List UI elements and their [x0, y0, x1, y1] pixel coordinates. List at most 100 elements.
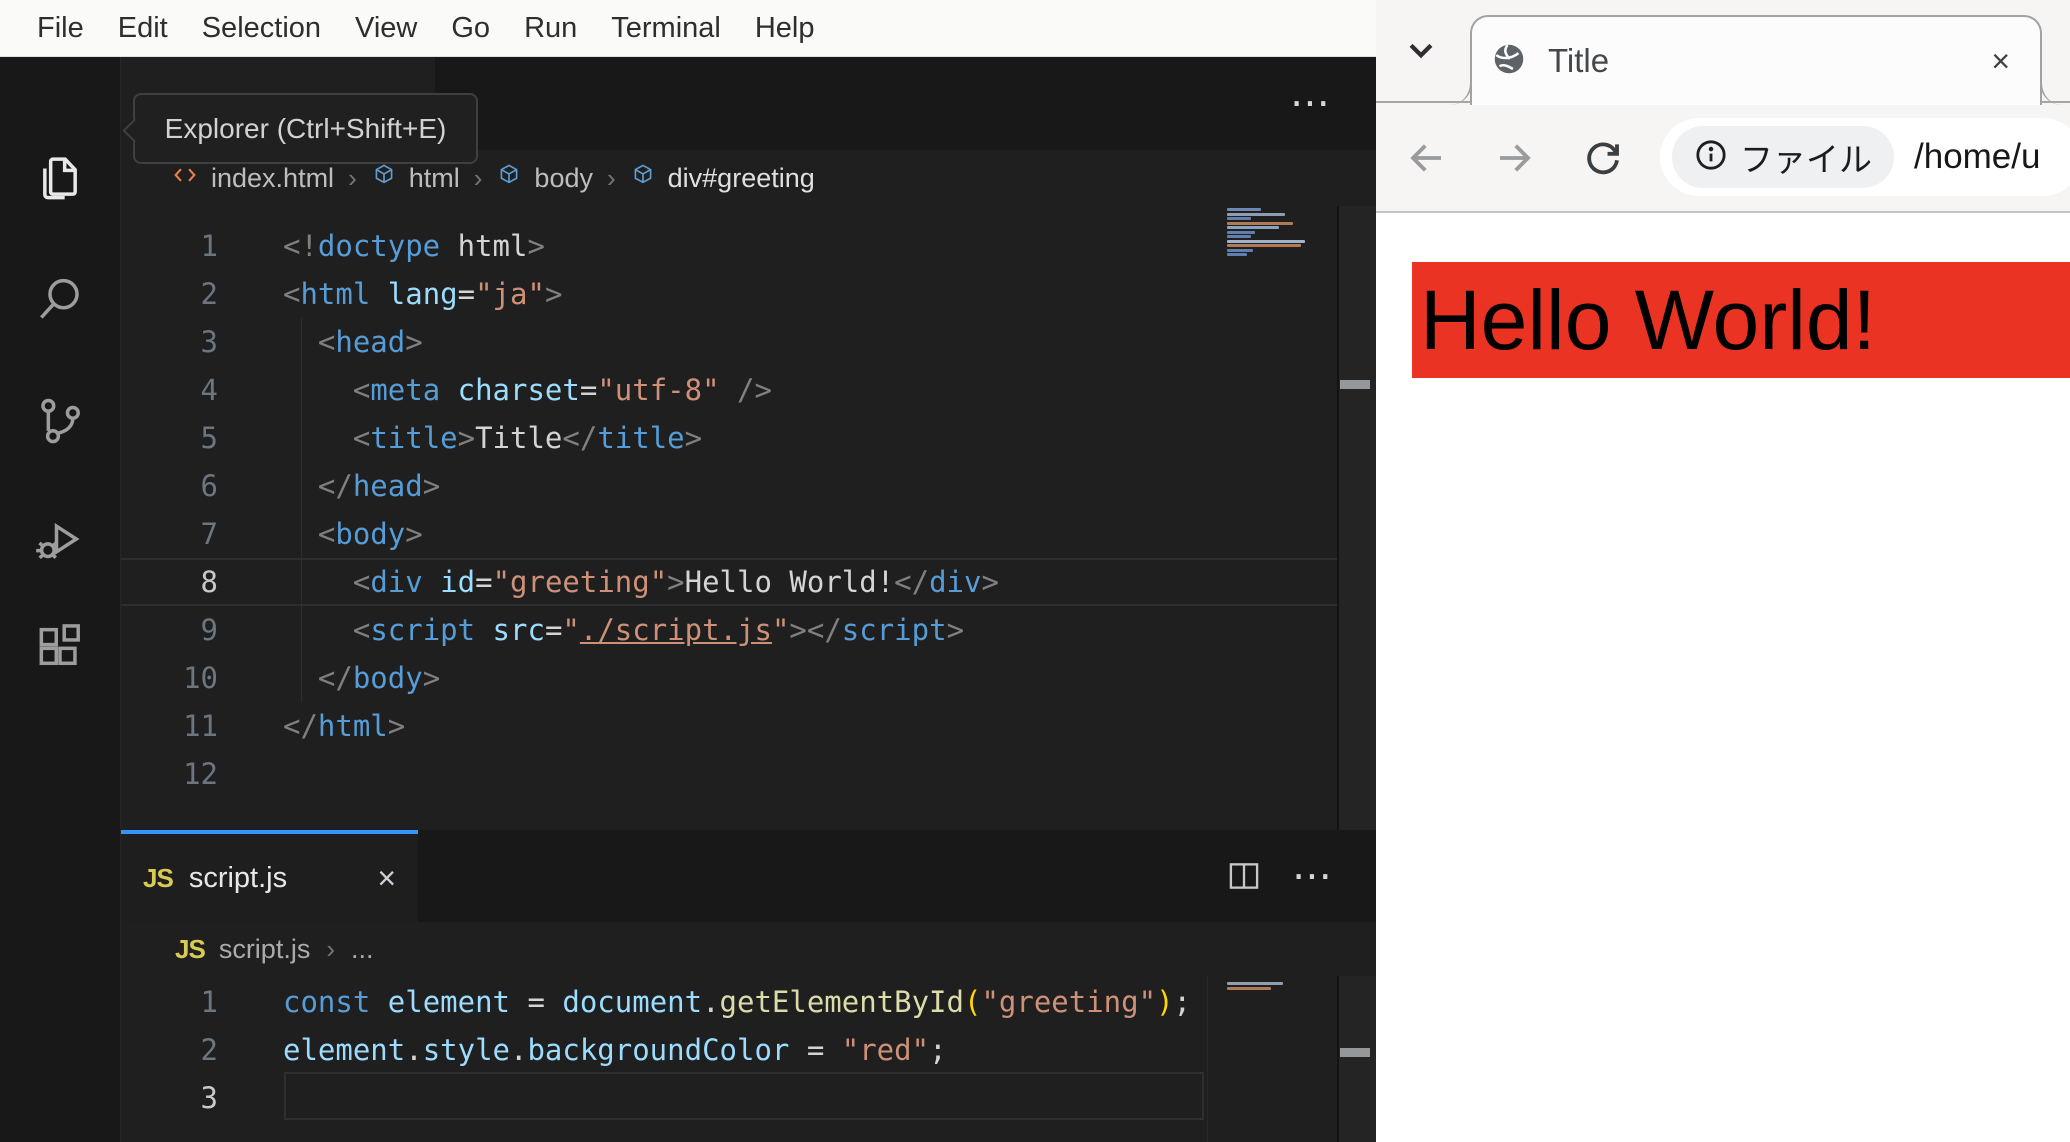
tab-script-js[interactable]: JS script.js ×: [121, 830, 418, 922]
source-control-icon[interactable]: [32, 393, 88, 449]
symbol-cube-icon: [371, 162, 397, 195]
code-text: <head>: [317, 325, 423, 359]
code-line[interactable]: 7 <body>: [121, 510, 1337, 558]
menu-item-edit[interactable]: Edit: [101, 12, 185, 45]
menu-item-view[interactable]: View: [338, 12, 434, 45]
menu-item-run[interactable]: Run: [507, 12, 594, 45]
line-number: 4: [200, 373, 218, 407]
editor-html[interactable]: 1 <!doctype html> 2 <html lang="ja"> 3 <head…: [121, 206, 1337, 830]
symbol-cube-icon: [496, 162, 522, 195]
vscode-menu-bar: File Edit Selection View Go Run Terminal Help: [0, 0, 1376, 57]
forward-button[interactable]: [1493, 137, 1535, 179]
code-line[interactable]: 2 <html lang="ja">: [121, 270, 1337, 318]
split-editor-icon[interactable]: [1226, 860, 1262, 897]
code-text: <body>: [317, 517, 423, 551]
files-icon[interactable]: [32, 151, 88, 207]
url-text: /home/u: [1914, 137, 2041, 176]
code-line[interactable]: 6 </head>: [121, 462, 1337, 510]
editor-tab-bar-bottom: JS script.js × ⋯: [121, 830, 1376, 922]
code-text: const element = document.getElementById(…: [283, 985, 1191, 1019]
line-number: 10: [183, 661, 218, 695]
explorer-tooltip: Explorer (Ctrl+Shift+E): [133, 93, 478, 164]
code-text: <div id="greeting">Hello World!</div>: [352, 565, 999, 599]
breadcrumb-file[interactable]: script.js: [219, 934, 311, 965]
breadcrumb-segment[interactable]: div#greeting: [668, 163, 815, 194]
globe-icon: [1490, 40, 1528, 83]
close-tab-icon[interactable]: ×: [1991, 43, 2010, 80]
code-text: <html lang="ja">: [283, 277, 563, 311]
activity-bar: [0, 57, 121, 1142]
js-file-icon: JS: [143, 862, 174, 893]
editor-js[interactable]: 1 const element = document.getElementById…: [121, 976, 1337, 1142]
code-line[interactable]: 10 </body>: [121, 654, 1337, 702]
browser-tab-strip: Title ×: [1376, 0, 2070, 105]
editor-more-actions[interactable]: ⋯: [1292, 856, 1332, 896]
minimap-line: [1227, 212, 1285, 216]
back-button[interactable]: [1406, 137, 1448, 179]
scrollbar-thumb[interactable]: [1340, 380, 1370, 389]
code-line[interactable]: 8 <div id="greeting">Hello World!</div>: [121, 558, 1337, 606]
minimap-line: [1227, 208, 1261, 211]
code-line[interactable]: 1 const element = document.getElementById…: [121, 978, 1337, 1026]
menu-item-go[interactable]: Go: [434, 12, 507, 45]
scrollbar-thumb[interactable]: [1340, 1048, 1370, 1057]
breadcrumb-file[interactable]: index.html: [211, 163, 334, 194]
scrollbar-track[interactable]: [1337, 976, 1376, 1142]
line-number: 3: [200, 1081, 218, 1115]
scrollbar-track[interactable]: [1337, 206, 1376, 830]
js-file-icon: JS: [175, 933, 206, 964]
code-line[interactable]: 2 element.style.backgroundColor = "red";: [121, 1026, 1337, 1074]
chip-label: ファイル: [1740, 141, 1872, 178]
browser-viewport: Hello World!: [1376, 213, 2070, 1142]
code-line[interactable]: 11 </html>: [121, 702, 1337, 750]
breadcrumb-separator: ›: [606, 162, 616, 193]
menu-item-selection[interactable]: Selection: [185, 12, 338, 45]
breadcrumb: JS script.js › ...: [121, 922, 1376, 976]
breadcrumb-segment[interactable]: body: [534, 163, 593, 194]
browser-toolbar: ファイル /home/u: [1376, 103, 2070, 213]
line-number: 11: [183, 709, 218, 743]
code-line[interactable]: 4 <meta charset="utf-8" />: [121, 366, 1337, 414]
menu-item-terminal[interactable]: Terminal: [594, 12, 738, 45]
code-line[interactable]: 9 <script src="./script.js"></script>: [121, 606, 1337, 654]
address-bar[interactable]: ファイル /home/u: [1660, 118, 2070, 196]
line-number: 5: [200, 421, 218, 455]
line-number: 2: [200, 277, 218, 311]
code-text: <!doctype html>: [283, 229, 545, 263]
line-number: 7: [200, 517, 218, 551]
tab-label: script.js: [188, 861, 288, 894]
code-line[interactable]: 12: [121, 750, 1337, 798]
browser-tab[interactable]: Title ×: [1470, 15, 2042, 105]
breadcrumb-separator: ›: [348, 162, 357, 193]
line-number: 3: [200, 325, 218, 359]
breadcrumb-segment[interactable]: html: [409, 163, 460, 194]
breadcrumb-separator: ›: [473, 162, 483, 193]
browser-tab-title: Title: [1548, 42, 1610, 79]
debug-icon[interactable]: [32, 511, 88, 567]
code-line[interactable]: 1 <!doctype html>: [121, 222, 1337, 270]
code-line[interactable]: 5 <title>Title</title>: [121, 414, 1337, 462]
code-text: </body>: [317, 661, 441, 695]
screen: File Edit Selection View Go Run Terminal Help: [0, 0, 2070, 1142]
menu-item-help[interactable]: Help: [738, 12, 832, 45]
line-number: 1: [200, 229, 218, 263]
reload-button[interactable]: [1582, 137, 1624, 179]
code-text: </head>: [317, 469, 441, 503]
breadcrumb-more[interactable]: ...: [351, 934, 374, 965]
editor-more-actions[interactable]: ⋯: [1290, 83, 1330, 123]
code-line[interactable]: 3 <head>: [121, 318, 1337, 366]
site-info-chip[interactable]: ファイル: [1672, 126, 1894, 188]
breadcrumb-separator: ›: [326, 933, 335, 964]
menu-item-file[interactable]: File: [20, 12, 101, 45]
line-number: 12: [183, 757, 218, 791]
chevron-down-icon[interactable]: [1404, 34, 1438, 68]
greeting-div: Hello World!: [1412, 262, 2070, 378]
code-text: <meta charset="utf-8" />: [352, 373, 772, 407]
close-tab-icon[interactable]: ×: [377, 860, 396, 897]
search-icon[interactable]: [32, 272, 88, 328]
browser-window: Title × ファイル /home/u Hello World!: [1376, 0, 2070, 1142]
extensions-icon[interactable]: [32, 618, 88, 674]
line-number: 9: [200, 613, 218, 647]
code-line[interactable]: 3: [121, 1074, 1337, 1122]
code-text: <script src="./script.js"></script>: [352, 613, 965, 647]
